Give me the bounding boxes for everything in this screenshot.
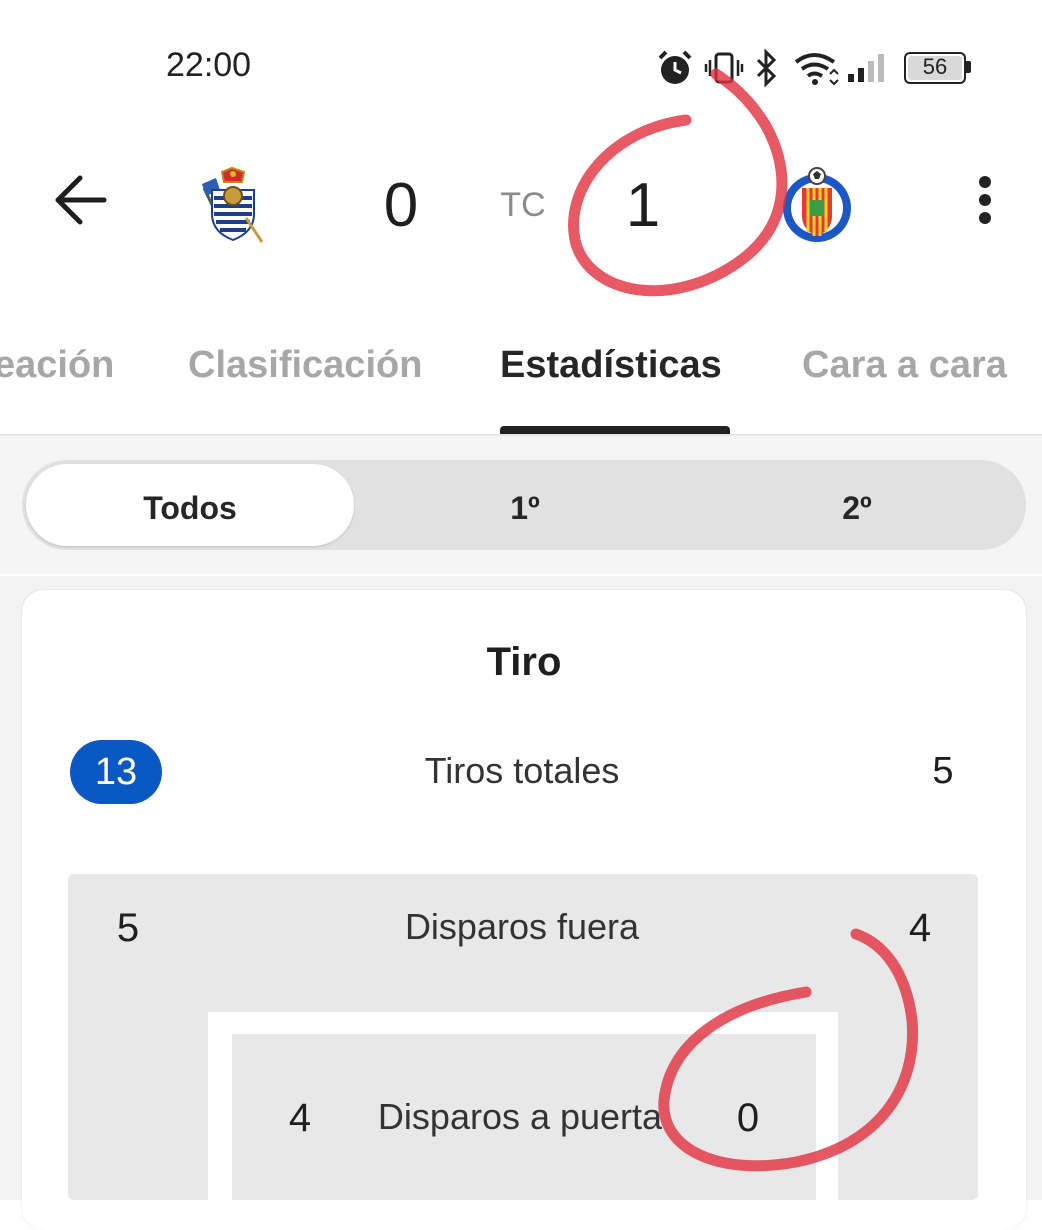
stat-shots-off-label: Disparos fuera	[404, 906, 640, 947]
stat-shots-on-home: 4	[288, 1096, 312, 1140]
period-option-second-half[interactable]: 2º	[692, 490, 1022, 527]
match-status: TC	[500, 186, 546, 224]
period-option-first-half[interactable]: 1º	[360, 490, 690, 527]
signal-icon	[848, 54, 884, 82]
more-vertical-icon	[979, 176, 991, 224]
stat-shots-off-away: 4	[908, 906, 932, 950]
real-sociedad-crest-icon	[202, 166, 264, 243]
stat-total-shots-away: 5	[932, 750, 954, 792]
stat-total-shots-home: 13	[70, 740, 162, 804]
period-option-todos[interactable]: Todos	[26, 490, 354, 527]
bluetooth-icon	[756, 48, 777, 88]
tab-clasificacion[interactable]: Clasificación	[188, 344, 422, 387]
getafe-crest-icon	[783, 167, 851, 242]
tab-bar: eación Clasificación Estadísticas Cara a…	[0, 330, 1042, 436]
alarm-icon	[658, 50, 692, 84]
home-score: 0	[383, 171, 419, 240]
status-time: 22:00	[166, 46, 252, 84]
back-button[interactable]	[50, 168, 114, 232]
battery-level: 56	[922, 54, 948, 79]
stat-shots-on-away: 0	[736, 1096, 760, 1140]
tab-estadisticas[interactable]: Estadísticas	[500, 344, 722, 387]
tab-cara-a-cara[interactable]: Cara a cara	[802, 344, 1007, 387]
wifi-icon	[794, 53, 839, 86]
stat-total-shots-label: Tiros totales	[424, 750, 620, 791]
battery-icon: 56	[904, 52, 972, 84]
section-title: Tiro	[486, 640, 562, 684]
active-tab-indicator	[500, 426, 730, 434]
status-bar: 22:00 56	[0, 0, 1042, 130]
stat-shots-off-home: 5	[116, 906, 140, 950]
arrow-left-icon	[55, 175, 107, 225]
stat-shots-on-label: Disparos a puerta	[377, 1096, 663, 1137]
more-options-button[interactable]	[960, 172, 1010, 232]
away-score: 1	[625, 171, 661, 240]
tab-alineacion[interactable]: eación	[0, 344, 114, 387]
vibrate-icon	[704, 52, 744, 84]
